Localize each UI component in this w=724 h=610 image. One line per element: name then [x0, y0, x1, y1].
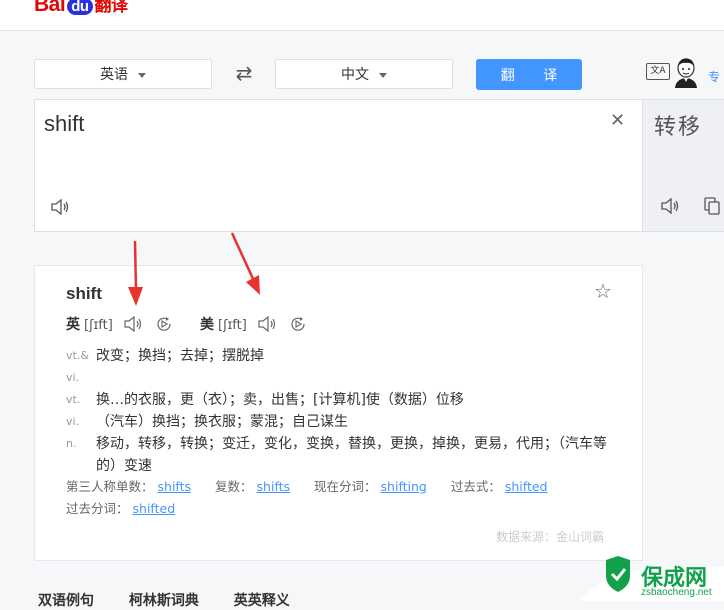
present-participle-label: 现在分词：	[314, 479, 377, 494]
uk-replay-icon[interactable]	[155, 315, 173, 333]
copy-icon[interactable]	[702, 196, 722, 216]
uk-pronunciation: 英 [ʃɪft]	[66, 314, 113, 334]
past-tense-link[interactable]: shifted	[505, 479, 548, 494]
dictionary-headword: shift	[66, 284, 102, 303]
us-speaker-icon[interactable]	[257, 315, 277, 333]
human-translator-avatar-icon[interactable]	[672, 56, 700, 88]
third-person-link[interactable]: shifts	[158, 479, 192, 494]
definition-text: 移动，转移，转换；变迁，变化，变换，替换，更换，掉换，更易，代用；（汽车等的）变…	[96, 436, 607, 474]
bottom-tabs: 双语例句 柯林斯词典 英英释义	[38, 590, 320, 610]
plural-label: 复数：	[215, 479, 253, 494]
us-phonetic: [ʃɪft]	[218, 318, 247, 333]
clear-input-icon[interactable]: ✕	[610, 110, 625, 131]
translation-result-text: 转移	[654, 115, 703, 140]
definition-row: vt. 换…的衣服，更（衣）；卖，出售；[计算机]使（数据）位移	[66, 389, 616, 411]
translate-button[interactable]: 翻 译	[476, 59, 582, 90]
definition-row: vi. （汽车）换挡；换衣服；蒙混；自己谋生	[66, 411, 616, 433]
result-speaker-icon[interactable]	[660, 197, 680, 215]
present-participle-link[interactable]: shifting	[381, 479, 427, 494]
source-text-area[interactable]	[34, 99, 643, 232]
definition-row: n. 移动，转移，转换；变迁，变化，变换，替换，更换，掉换，更易，代用；（汽车等…	[66, 433, 616, 477]
definition-text: （汽车）换挡；换衣服；蒙混；自己谋生	[96, 414, 348, 430]
baidu-fanyi-logo[interactable]: Bai du 翻译	[34, 0, 128, 17]
word-forms: 第三人称单数： shifts 复数： shifts 现在分词： shifting 过去…	[66, 476, 606, 520]
plural-link[interactable]: shifts	[257, 479, 291, 494]
source-language-select[interactable]: 英语	[34, 59, 212, 89]
target-language-select[interactable]: 中文	[275, 59, 453, 89]
logo-text-du: du	[67, 0, 93, 15]
expert-translation-link[interactable]: 专	[708, 68, 720, 85]
chevron-down-icon	[138, 72, 146, 78]
document-translate-icon[interactable]: 文A	[646, 63, 670, 80]
us-pronunciation: 美 [ʃɪft]	[200, 314, 247, 334]
part-of-speech: n.	[66, 437, 77, 450]
favorite-star-icon[interactable]: ☆	[594, 279, 612, 303]
target-language-label: 中文	[341, 67, 369, 83]
part-of-speech: vt.	[66, 393, 81, 406]
past-participle-link[interactable]: shifted	[133, 501, 176, 516]
definitions-list: vt.& vi. 改变；换挡；去掉；摆脱掉 vt. 换…的衣服，更（衣）；卖，出…	[66, 345, 616, 477]
source-text[interactable]: shift	[44, 111, 84, 137]
definition-text: 换…的衣服，更（衣）；卖，出售；[计算机]使（数据）位移	[96, 392, 464, 408]
data-source-note: 数据来源：金山词霸	[496, 530, 605, 544]
logo-text-bai: Bai	[34, 0, 66, 16]
third-person-label: 第三人称单数：	[66, 479, 154, 494]
watermark-url: zsbaocheng.net	[641, 587, 712, 598]
swap-languages-icon[interactable]: ⇄	[232, 62, 256, 84]
chevron-down-icon	[379, 72, 387, 78]
past-tense-label: 过去式：	[450, 479, 501, 494]
part-of-speech: vi.	[66, 415, 80, 428]
us-label: 美	[200, 317, 214, 333]
tab-english-definitions[interactable]: 英英释义	[234, 593, 290, 609]
definition-row: vt.& vi. 改变；换挡；去掉；摆脱掉	[66, 345, 616, 389]
uk-phonetic: [ʃɪft]	[84, 318, 113, 333]
tab-collins[interactable]: 柯林斯词典	[129, 593, 199, 609]
past-participle-label: 过去分词：	[66, 501, 129, 516]
uk-speaker-icon[interactable]	[123, 315, 143, 333]
definition-text: 改变；换挡；去掉；摆脱掉	[96, 348, 264, 364]
source-speaker-icon[interactable]	[50, 198, 70, 216]
uk-label: 英	[66, 317, 80, 333]
tab-bilingual-examples[interactable]: 双语例句	[38, 593, 94, 609]
part-of-speech: vt.& vi.	[66, 349, 89, 384]
source-language-label: 英语	[100, 67, 128, 83]
logo-text-fanyi: 翻译	[94, 0, 129, 15]
us-replay-icon[interactable]	[289, 315, 307, 333]
